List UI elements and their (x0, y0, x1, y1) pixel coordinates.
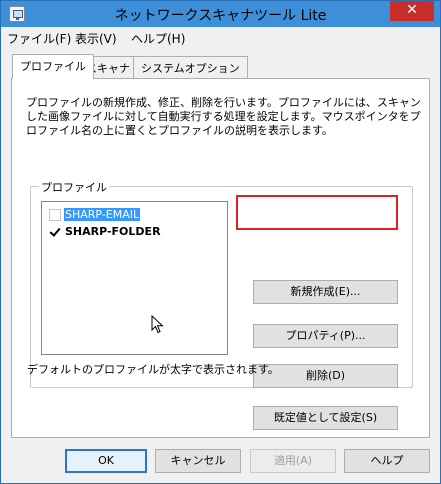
profile-checkbox[interactable] (49, 209, 61, 221)
set-default-button[interactable]: 既定値として設定(S) (253, 406, 398, 430)
menu-bar: ファイル(F) 表示(V) ヘルプ(H) (1, 27, 440, 47)
title-bar[interactable]: ネットワークスキャナツール Lite ✕ (1, 1, 440, 27)
apply-button[interactable]: 適用(A) (250, 449, 336, 473)
highlight-box (236, 195, 398, 230)
profile-checkbox[interactable] (49, 226, 61, 238)
tab-system-options[interactable]: システムオプション (133, 56, 248, 78)
profile-label: SHARP-EMAIL (64, 208, 141, 221)
main-window: ネットワークスキャナツール Lite ✕ ファイル(F) 表示(V) ヘルプ(H… (0, 0, 441, 484)
profile-group-caption: プロファイル (39, 179, 109, 195)
profile-panel: プロファイルの新規作成、修正、削除を行います。プロファイルには、スキャンした画像… (11, 78, 430, 438)
profile-list[interactable]: SHARP-EMAIL SHARP-FOLDER (41, 201, 228, 355)
menu-view[interactable]: 表示(V) (75, 30, 117, 47)
properties-button[interactable]: プロパティ(P)... (253, 324, 398, 348)
window-title: ネットワークスキャナツール Lite (114, 8, 327, 24)
ok-button[interactable]: OK (65, 449, 147, 473)
menu-file[interactable]: ファイル(F) (7, 30, 71, 47)
mouse-pointer-icon (151, 315, 164, 334)
profile-description: プロファイルの新規作成、修正、削除を行います。プロファイルには、スキャンした画像… (26, 96, 421, 137)
tab-profile[interactable]: プロファイル (12, 54, 94, 79)
menu-help[interactable]: ヘルプ(H) (131, 30, 185, 47)
profile-label: SHARP-FOLDER (65, 225, 161, 238)
cancel-button[interactable]: キャンセル (155, 449, 241, 473)
close-button[interactable]: ✕ (390, 1, 434, 21)
help-button[interactable]: ヘルプ (344, 449, 430, 473)
default-profile-note: デフォルトのプロファイルが太字で表示されます。 (27, 363, 279, 376)
new-profile-button[interactable]: 新規作成(E)... (253, 280, 398, 304)
